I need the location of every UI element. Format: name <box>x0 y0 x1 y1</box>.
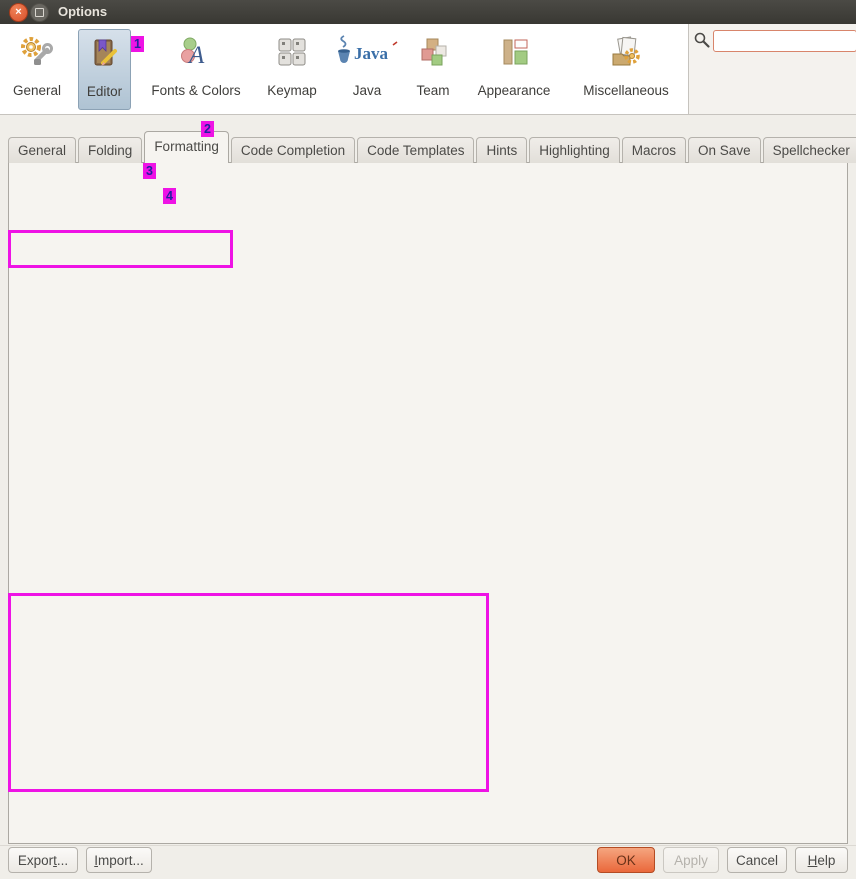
toolbar-item-general[interactable]: General <box>6 29 68 110</box>
cancel-button[interactable]: Cancel <box>727 847 787 873</box>
help-button[interactable]: Help <box>795 847 848 873</box>
toolbar-item-team[interactable]: Team <box>406 29 460 110</box>
toolbar-item-editor[interactable]: Editor <box>78 29 131 110</box>
toolbar-item-miscellaneous[interactable]: Miscellaneous <box>568 29 684 110</box>
export-button[interactable]: Export... <box>8 847 78 873</box>
restore-icon[interactable] <box>30 3 49 22</box>
tab-highlighting[interactable]: Highlighting <box>529 137 620 163</box>
search-input[interactable] <box>713 30 856 52</box>
tab-folding[interactable]: Folding <box>78 137 142 163</box>
keymap-icon <box>256 29 328 79</box>
tab-code-templates[interactable]: Code Templates <box>357 137 474 163</box>
footer-separator <box>0 845 856 846</box>
tab-on-save[interactable]: On Save <box>688 137 761 163</box>
ok-button[interactable]: OK <box>597 847 655 873</box>
general-icon <box>6 29 68 79</box>
titlebar: × Options <box>0 0 856 24</box>
close-icon[interactable]: × <box>9 3 28 22</box>
tab-general[interactable]: General <box>8 137 76 163</box>
toolbar-item-fonts-colors[interactable]: A Fonts & Colors <box>140 29 252 110</box>
svg-text:A: A <box>187 42 205 69</box>
svg-text:Java: Java <box>354 44 389 63</box>
apply-button[interactable]: Apply <box>663 847 719 873</box>
toolbar-item-java[interactable]: Java Java <box>332 29 402 110</box>
window-title: Options <box>58 0 107 24</box>
toolbar-item-appearance[interactable]: Appearance <box>464 29 564 110</box>
miscellaneous-icon <box>568 29 684 79</box>
toolbar-item-keymap[interactable]: Keymap <box>256 29 328 110</box>
team-icon <box>406 29 460 79</box>
fonts-colors-icon: A <box>140 29 252 79</box>
search-icon <box>693 31 711 54</box>
java-icon: Java <box>332 29 402 79</box>
tab-formatting[interactable]: Formatting <box>144 131 229 163</box>
formatting-panel <box>8 162 848 844</box>
tab-hints[interactable]: Hints <box>476 137 527 163</box>
tab-spellchecker[interactable]: Spellchecker <box>763 137 856 163</box>
tab-macros[interactable]: Macros <box>622 137 686 163</box>
appearance-icon <box>464 29 564 79</box>
search-zone <box>688 24 856 114</box>
editor-icon <box>79 30 130 80</box>
category-toolbar: General Editor A Fonts & Colors Keymap J… <box>0 24 856 115</box>
options-dialog: × Options General Editor A Fonts & Color… <box>0 0 856 879</box>
tab-code-completion[interactable]: Code Completion <box>231 137 355 163</box>
tab-bar: GeneralFoldingFormattingCode CompletionC… <box>8 131 856 163</box>
import-button[interactable]: Import... <box>86 847 152 873</box>
